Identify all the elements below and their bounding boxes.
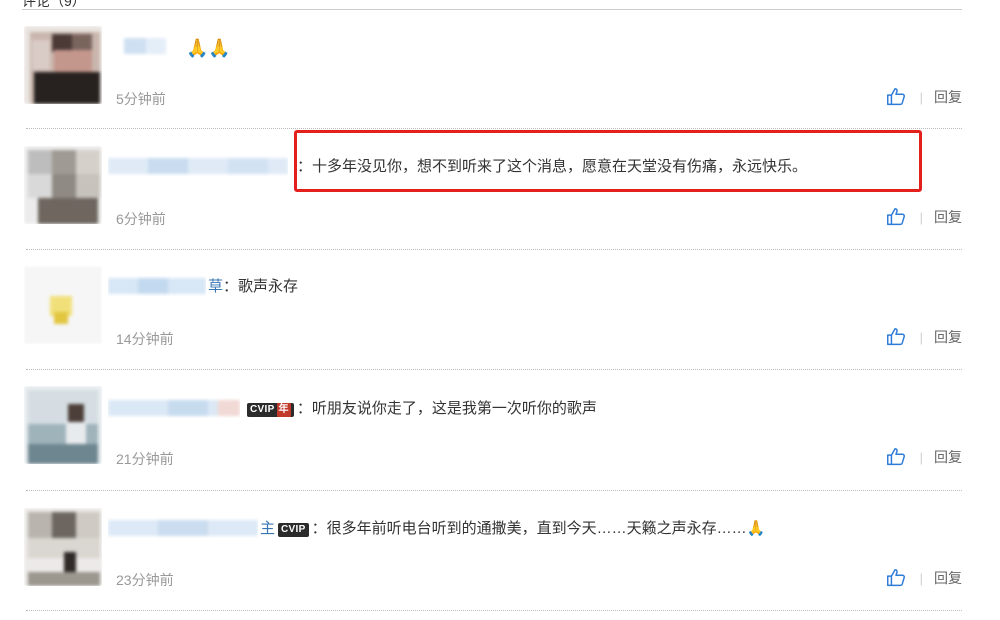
comment-actions: | 回复 [885, 446, 962, 468]
comment-divider [26, 610, 962, 611]
action-separator: | [919, 329, 923, 345]
reply-button[interactable]: 回复 [934, 568, 962, 588]
comment-body: ：歌声永存 [223, 278, 299, 295]
reply-button[interactable]: 回复 [934, 447, 962, 467]
thumbs-up-icon[interactable] [885, 206, 907, 228]
comment-divider [26, 128, 962, 129]
comment-time: 6分钟前 [116, 211, 166, 227]
comment-time: 21分钟前 [116, 451, 174, 467]
reply-button[interactable]: 回复 [934, 327, 962, 347]
comment-actions: | 回复 [885, 206, 962, 228]
comment-actions: | 回复 [885, 326, 962, 348]
avatar[interactable] [24, 26, 102, 104]
avatar[interactable] [24, 146, 102, 224]
reply-button[interactable]: 回复 [934, 207, 962, 227]
avatar[interactable] [24, 508, 102, 586]
action-separator: | [919, 89, 923, 105]
action-separator: | [919, 449, 923, 465]
vip-badge: CVIP [278, 523, 309, 537]
comment-list-page: 评论（9） 🙏🙏 5分钟前 | 回复 ：十多年没见你，想不到听来了这个消息，愿意… [0, 0, 1000, 620]
thumbs-up-icon[interactable] [885, 326, 907, 348]
username-tail[interactable]: 主 [260, 520, 275, 537]
comment-text: 草：歌声永存 [208, 277, 298, 297]
username-masked[interactable] [108, 276, 206, 296]
comment-actions: | 回复 [885, 86, 962, 108]
comment-time: 14分钟前 [116, 331, 174, 347]
avatar[interactable] [24, 266, 102, 344]
section-header: 评论（9） [0, 0, 962, 10]
section-divider [22, 9, 962, 10]
username-masked[interactable] [108, 156, 288, 176]
highlight-box [294, 130, 922, 192]
username-masked[interactable] [108, 36, 176, 56]
comment-divider [26, 369, 962, 370]
avatar[interactable] [24, 386, 102, 464]
username-masked[interactable] [108, 518, 258, 538]
comment-body: ：很多年前听电台听到的通撒美，直到今天……天籁之声永存……🙏 [311, 520, 766, 537]
reply-button[interactable]: 回复 [934, 87, 962, 107]
comment-actions: | 回复 [885, 567, 962, 589]
comment-time: 5分钟前 [116, 91, 166, 107]
thumbs-up-icon[interactable] [885, 567, 907, 589]
action-separator: | [919, 209, 923, 225]
vip-badge: CVIP 年 [247, 403, 294, 417]
thumbs-up-icon[interactable] [885, 446, 907, 468]
comment-divider [26, 490, 962, 491]
action-separator: | [919, 570, 923, 586]
comment-divider [26, 249, 962, 250]
comment-text: CVIP 年：听朋友说你走了，这是我第一次听你的歌声 [244, 399, 597, 419]
comment-body: ：听朋友说你走了，这是我第一次听你的歌声 [296, 400, 597, 417]
username-tail[interactable]: 草 [208, 278, 223, 295]
comment-text: 🙏🙏 [186, 38, 231, 58]
thumbs-up-icon[interactable] [885, 86, 907, 108]
comment-text: 主 CVIP ：很多年前听电台听到的通撒美，直到今天……天籁之声永存……🙏 [260, 519, 765, 539]
comment-time: 23分钟前 [116, 572, 174, 588]
username-masked[interactable] [108, 398, 240, 418]
